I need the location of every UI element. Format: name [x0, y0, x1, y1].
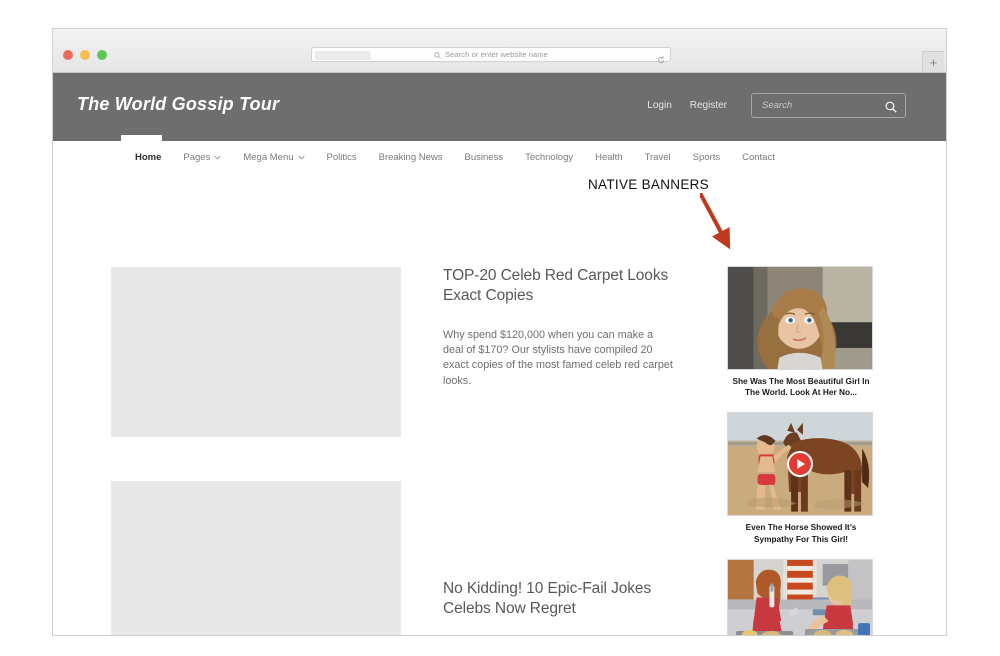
banner-image[interactable]	[727, 266, 873, 370]
magnifier-icon[interactable]	[885, 100, 897, 118]
page-content: TOP-20 Celeb Red Carpet Looks Exact Copi…	[53, 181, 946, 636]
search-icon	[434, 46, 441, 64]
screenshot-root: Search or enter website name + The World…	[0, 0, 1000, 656]
nav-item-travel[interactable]: Travel	[634, 152, 682, 163]
annotation-label: NATIVE BANNERS	[588, 177, 709, 192]
nav-item-pages[interactable]: Pages	[172, 152, 232, 163]
address-bar-ghost-field	[315, 51, 371, 60]
article-image-placeholder	[111, 481, 401, 636]
site-search-placeholder: Search	[762, 100, 792, 111]
site-search-field[interactable]: Search	[751, 93, 906, 118]
site-header: The World Gossip Tour Login Register Sea…	[53, 73, 946, 141]
chevron-down-icon	[298, 152, 305, 163]
nav-item-business[interactable]: Business	[454, 152, 515, 163]
nav-item-contact[interactable]: Contact	[731, 152, 786, 163]
play-icon	[797, 459, 805, 469]
address-bar-placeholder: Search or enter website name	[445, 50, 548, 59]
nav-item-breaking-news[interactable]: Breaking News	[368, 152, 454, 163]
native-banner-3[interactable]: Lifestyle	[727, 559, 875, 636]
nav-item-label: Breaking News	[379, 152, 443, 163]
header-right-group: Login Register Search	[647, 93, 906, 118]
banner-image[interactable]	[727, 559, 873, 636]
nav-item-health[interactable]: Health	[584, 152, 633, 163]
article-title[interactable]: No Kidding! 10 Epic-Fail Jokes Celebs No…	[443, 579, 675, 619]
article-body: “It happened whilst the Twilight casting…	[443, 635, 675, 636]
native-banners-column: She Was The Most Beautiful Girl In The W…	[727, 266, 875, 636]
address-bar[interactable]: Search or enter website name	[311, 47, 671, 62]
nav-item-label: Health	[595, 152, 622, 163]
reload-icon[interactable]	[657, 51, 665, 69]
banner-caption[interactable]: She Was The Most Beautiful Girl In The W…	[727, 376, 875, 398]
zoom-window-button[interactable]	[97, 50, 107, 60]
two-women-cafeteria-photo	[728, 560, 872, 636]
article-1: TOP-20 Celeb Red Carpet Looks Exact Copi…	[443, 266, 675, 389]
article-2: No Kidding! 10 Epic-Fail Jokes Celebs No…	[443, 579, 675, 636]
banner-caption[interactable]: Even The Horse Showed It’s Sympathy For …	[727, 522, 875, 544]
active-tab-notch	[121, 135, 162, 142]
nav-item-label: Politics	[327, 152, 357, 163]
nav-item-label: Travel	[645, 152, 671, 163]
young-girl-portrait-photo	[728, 267, 872, 370]
window-traffic-lights	[63, 50, 107, 60]
native-banner-2[interactable]: Even The Horse Showed It’s Sympathy For …	[727, 412, 875, 544]
chevron-down-icon	[214, 152, 221, 163]
nav-item-label: Contact	[742, 152, 775, 163]
minimize-window-button[interactable]	[80, 50, 90, 60]
nav-item-label: Home	[135, 152, 161, 163]
nav-item-home[interactable]: Home	[124, 152, 172, 163]
login-link[interactable]: Login	[647, 100, 671, 111]
nav-list: Home Pages Mega Menu Politics	[124, 152, 786, 163]
nav-item-mega-menu[interactable]: Mega Menu	[232, 152, 315, 163]
site-logo-title[interactable]: The World Gossip Tour	[77, 94, 279, 115]
article-title[interactable]: TOP-20 Celeb Red Carpet Looks Exact Copi…	[443, 266, 675, 306]
close-window-button[interactable]	[63, 50, 73, 60]
nav-item-label: Pages	[183, 152, 210, 163]
nav-item-politics[interactable]: Politics	[316, 152, 368, 163]
nav-item-label: Technology	[525, 152, 573, 163]
article-image-placeholder	[111, 267, 401, 437]
native-banner-1[interactable]: She Was The Most Beautiful Girl In The W…	[727, 266, 875, 398]
new-tab-button[interactable]: +	[922, 51, 944, 72]
article-body: Why spend $120,000 when you can make a d…	[443, 328, 675, 389]
register-link[interactable]: Register	[690, 100, 727, 111]
nav-item-label: Business	[465, 152, 504, 163]
browser-chrome: Search or enter website name +	[53, 29, 946, 73]
nav-item-technology[interactable]: Technology	[514, 152, 584, 163]
banner-image[interactable]	[727, 412, 873, 516]
play-button[interactable]	[787, 451, 813, 477]
browser-window: Search or enter website name + The World…	[52, 28, 947, 636]
nav-item-label: Sports	[693, 152, 720, 163]
main-navigation: Home Pages Mega Menu Politics	[53, 141, 946, 181]
nav-item-label: Mega Menu	[243, 152, 293, 163]
nav-item-sports[interactable]: Sports	[682, 152, 731, 163]
